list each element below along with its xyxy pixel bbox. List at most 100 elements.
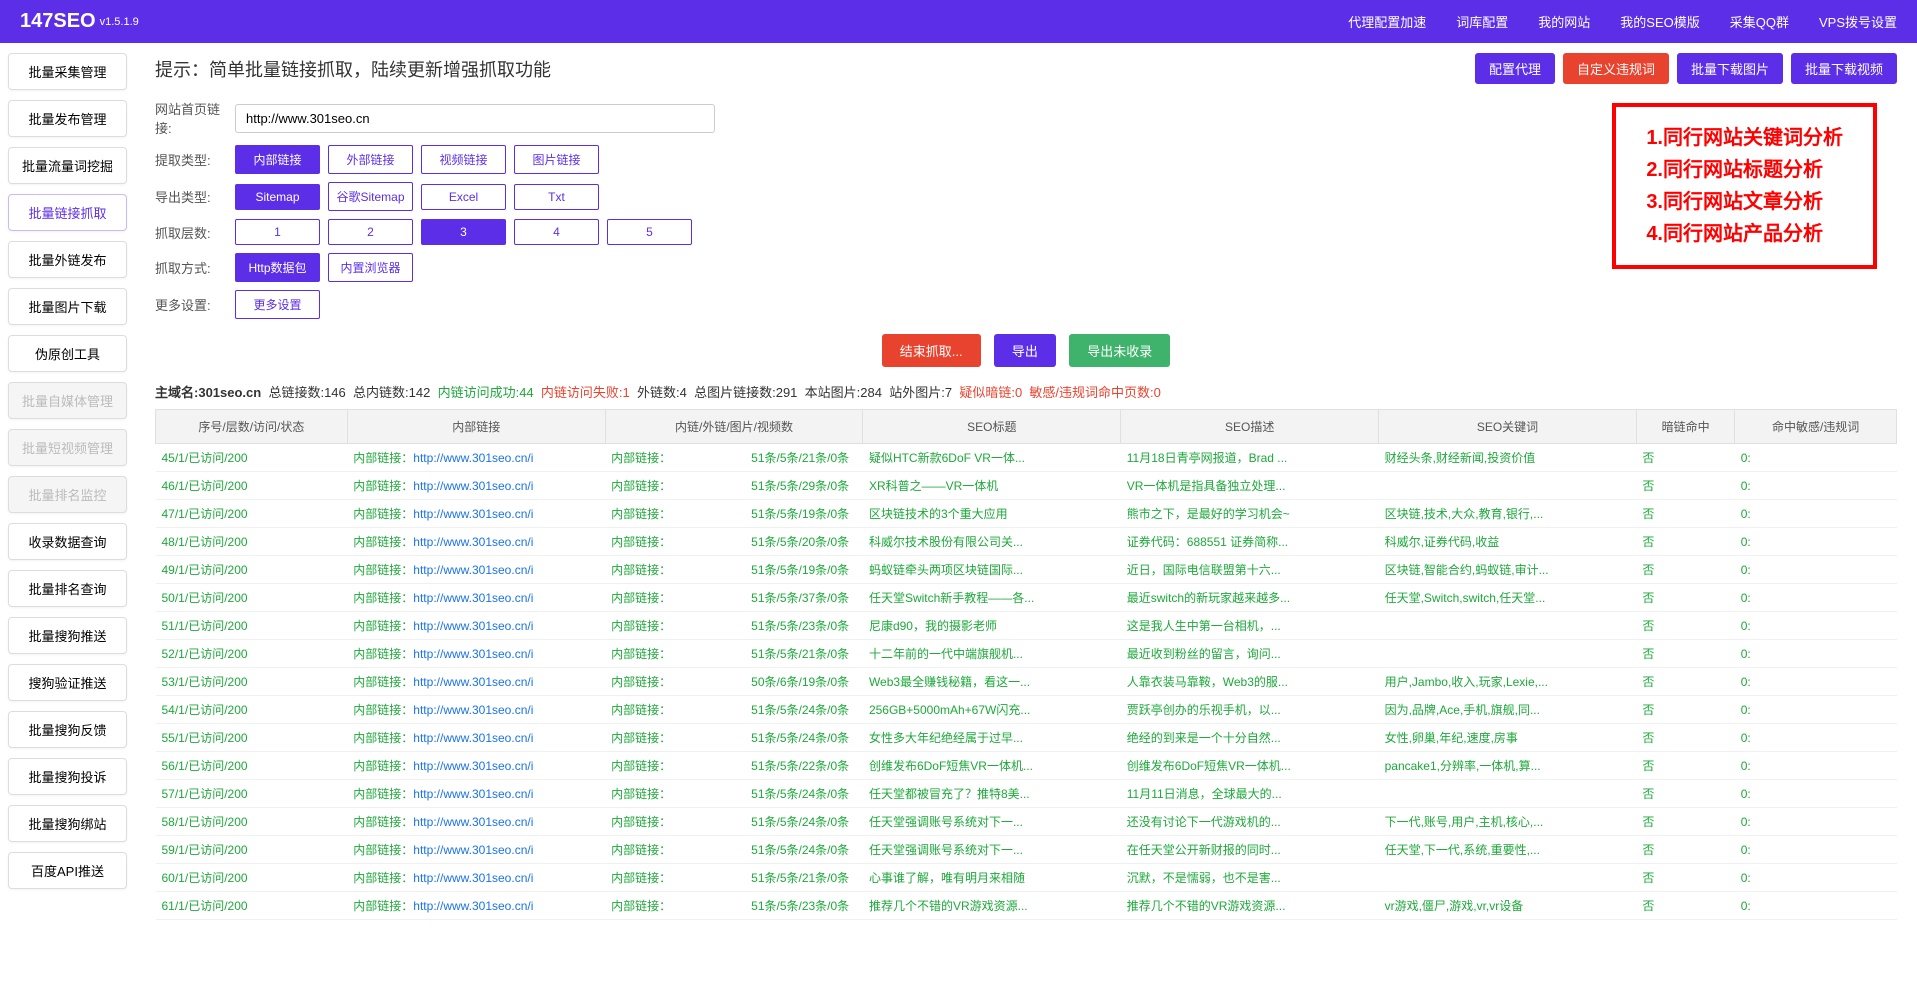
topnav-item[interactable]: 我的网站 bbox=[1538, 12, 1590, 31]
download-videos-button[interactable]: 批量下载视频 bbox=[1791, 53, 1897, 84]
sidebar-item[interactable]: 批量搜狗投诉 bbox=[8, 758, 127, 795]
table-row[interactable]: 61/1/已访问/200内部链接：http://www.301seo.cn/i内… bbox=[156, 892, 1897, 920]
cell-darklink: 否 bbox=[1636, 640, 1734, 668]
cell-sensitive: 0: bbox=[1735, 528, 1897, 556]
table-row[interactable]: 59/1/已访问/200内部链接：http://www.301seo.cn/i内… bbox=[156, 836, 1897, 864]
more-settings-button[interactable]: 更多设置 bbox=[235, 290, 320, 319]
export-button[interactable]: 导出 bbox=[994, 334, 1056, 367]
sidebar-item[interactable]: 批量采集管理 bbox=[8, 53, 127, 90]
cell-counts: 内部链接： 51条/5条/29条/0条 bbox=[605, 472, 863, 500]
sidebar-item[interactable]: 批量流量词挖掘 bbox=[8, 147, 127, 184]
analysis-tip-line: 3.同行网站文章分析 bbox=[1646, 186, 1843, 218]
sidebar-item[interactable]: 批量搜狗推送 bbox=[8, 617, 127, 654]
stop-crawl-button[interactable]: 结束抓取... bbox=[882, 334, 981, 367]
cell-sensitive: 0: bbox=[1735, 808, 1897, 836]
extract-type-label: 提取类型: bbox=[155, 150, 235, 169]
table-row[interactable]: 60/1/已访问/200内部链接：http://www.301seo.cn/i内… bbox=[156, 864, 1897, 892]
cell-sensitive: 0: bbox=[1735, 640, 1897, 668]
analysis-tip-line: 2.同行网站标题分析 bbox=[1646, 154, 1843, 186]
table-row[interactable]: 47/1/已访问/200内部链接：http://www.301seo.cn/i内… bbox=[156, 500, 1897, 528]
sidebar-item[interactable]: 百度API推送 bbox=[8, 852, 127, 889]
table-row[interactable]: 58/1/已访问/200内部链接：http://www.301seo.cn/i内… bbox=[156, 808, 1897, 836]
table-row[interactable]: 57/1/已访问/200内部链接：http://www.301seo.cn/i内… bbox=[156, 780, 1897, 808]
cell-darklink: 否 bbox=[1636, 780, 1734, 808]
table-row[interactable]: 50/1/已访问/200内部链接：http://www.301seo.cn/i内… bbox=[156, 584, 1897, 612]
option-button[interactable]: 3 bbox=[421, 219, 506, 245]
table-row[interactable]: 53/1/已访问/200内部链接：http://www.301seo.cn/i内… bbox=[156, 668, 1897, 696]
sidebar-item[interactable]: 批量排名查询 bbox=[8, 570, 127, 607]
cell-sensitive: 0: bbox=[1735, 444, 1897, 472]
cell-darklink: 否 bbox=[1636, 752, 1734, 780]
sidebar: 批量采集管理批量发布管理批量流量词挖掘批量链接抓取批量外链发布批量图片下载伪原创… bbox=[0, 43, 135, 930]
sidebar-item: 批量自媒体管理 bbox=[8, 382, 127, 419]
sidebar-item[interactable]: 批量图片下载 bbox=[8, 288, 127, 325]
table-header: 暗链命中 bbox=[1636, 410, 1734, 444]
cell-sensitive: 0: bbox=[1735, 696, 1897, 724]
cell-status: 60/1/已访问/200 bbox=[156, 864, 348, 892]
option-button[interactable]: Txt bbox=[514, 184, 599, 210]
table-header: 序号/层数/访问/状态 bbox=[156, 410, 348, 444]
cell-keywords bbox=[1379, 780, 1637, 808]
topnav-item[interactable]: 代理配置加速 bbox=[1348, 12, 1426, 31]
option-button[interactable]: Http数据包 bbox=[235, 253, 320, 282]
sidebar-item[interactable]: 批量链接抓取 bbox=[8, 194, 127, 231]
table-row[interactable]: 56/1/已访问/200内部链接：http://www.301seo.cn/i内… bbox=[156, 752, 1897, 780]
homepage-url-input[interactable] bbox=[235, 104, 715, 133]
version: v1.5.1.9 bbox=[100, 16, 139, 28]
url-label: 网站首页链接: bbox=[155, 99, 235, 137]
option-button[interactable]: 5 bbox=[607, 219, 692, 245]
sidebar-item[interactable]: 批量搜狗绑站 bbox=[8, 805, 127, 842]
cell-link: 内部链接：http://www.301seo.cn/i bbox=[347, 556, 605, 584]
cell-title: 任天堂Switch新手教程——各... bbox=[863, 584, 1121, 612]
stats-row: 主域名:301seo.cn 总链接数:146 总内链数:142 内链访问成功:4… bbox=[155, 382, 1897, 401]
export-unindexed-button[interactable]: 导出未收录 bbox=[1069, 334, 1170, 367]
table-header: SEO关键词 bbox=[1379, 410, 1637, 444]
option-button[interactable]: 4 bbox=[514, 219, 599, 245]
option-button[interactable]: 外部链接 bbox=[328, 145, 413, 174]
table-row[interactable]: 51/1/已访问/200内部链接：http://www.301seo.cn/i内… bbox=[156, 612, 1897, 640]
topnav-item[interactable]: 采集QQ群 bbox=[1730, 12, 1789, 31]
topnav-item[interactable]: 词库配置 bbox=[1456, 12, 1508, 31]
sidebar-item[interactable]: 伪原创工具 bbox=[8, 335, 127, 372]
table-row[interactable]: 55/1/已访问/200内部链接：http://www.301seo.cn/i内… bbox=[156, 724, 1897, 752]
cell-title: 科威尔技术股份有限公司关... bbox=[863, 528, 1121, 556]
cell-link: 内部链接：http://www.301seo.cn/i bbox=[347, 528, 605, 556]
cell-link: 内部链接：http://www.301seo.cn/i bbox=[347, 808, 605, 836]
option-button[interactable]: 2 bbox=[328, 219, 413, 245]
cell-title: 创维发布6DoF短焦VR一体机... bbox=[863, 752, 1121, 780]
option-button[interactable]: 图片链接 bbox=[514, 145, 599, 174]
table-row[interactable]: 54/1/已访问/200内部链接：http://www.301seo.cn/i内… bbox=[156, 696, 1897, 724]
sidebar-item[interactable]: 批量发布管理 bbox=[8, 100, 127, 137]
cell-title: 疑似HTC新款6DoF VR一体... bbox=[863, 444, 1121, 472]
option-button[interactable]: 视频链接 bbox=[421, 145, 506, 174]
table-row[interactable]: 48/1/已访问/200内部链接：http://www.301seo.cn/i内… bbox=[156, 528, 1897, 556]
table-row[interactable]: 52/1/已访问/200内部链接：http://www.301seo.cn/i内… bbox=[156, 640, 1897, 668]
cell-keywords: 科威尔,证券代码,收益 bbox=[1379, 528, 1637, 556]
custom-words-button[interactable]: 自定义违规词 bbox=[1563, 53, 1669, 84]
option-button[interactable]: 内部链接 bbox=[235, 145, 320, 174]
option-button[interactable]: 内置浏览器 bbox=[328, 253, 413, 282]
cell-title: XR科普之——VR一体机 bbox=[863, 472, 1121, 500]
sidebar-item[interactable]: 批量搜狗反馈 bbox=[8, 711, 127, 748]
cell-darklink: 否 bbox=[1636, 556, 1734, 584]
sidebar-item: 批量排名监控 bbox=[8, 476, 127, 513]
table-row[interactable]: 46/1/已访问/200内部链接：http://www.301seo.cn/i内… bbox=[156, 472, 1897, 500]
sidebar-item[interactable]: 批量外链发布 bbox=[8, 241, 127, 278]
topnav-item[interactable]: VPS拨号设置 bbox=[1819, 12, 1897, 31]
option-button[interactable]: 谷歌Sitemap bbox=[328, 182, 413, 211]
sidebar-item[interactable]: 收录数据查询 bbox=[8, 523, 127, 560]
option-button[interactable]: Excel bbox=[421, 184, 506, 210]
cell-desc: 推荐几个不错的VR游戏资源... bbox=[1121, 892, 1379, 920]
cell-sensitive: 0: bbox=[1735, 780, 1897, 808]
table-row[interactable]: 49/1/已访问/200内部链接：http://www.301seo.cn/i内… bbox=[156, 556, 1897, 584]
config-proxy-button[interactable]: 配置代理 bbox=[1475, 53, 1555, 84]
option-button[interactable]: 1 bbox=[235, 219, 320, 245]
option-button[interactable]: Sitemap bbox=[235, 184, 320, 210]
cell-link: 内部链接：http://www.301seo.cn/i bbox=[347, 612, 605, 640]
topnav-item[interactable]: 我的SEO模版 bbox=[1620, 12, 1699, 31]
cell-title: 尼康d90，我的摄影老师 bbox=[863, 612, 1121, 640]
table-row[interactable]: 45/1/已访问/200内部链接：http://www.301seo.cn/i内… bbox=[156, 444, 1897, 472]
cell-sensitive: 0: bbox=[1735, 668, 1897, 696]
sidebar-item[interactable]: 搜狗验证推送 bbox=[8, 664, 127, 701]
download-images-button[interactable]: 批量下载图片 bbox=[1677, 53, 1783, 84]
